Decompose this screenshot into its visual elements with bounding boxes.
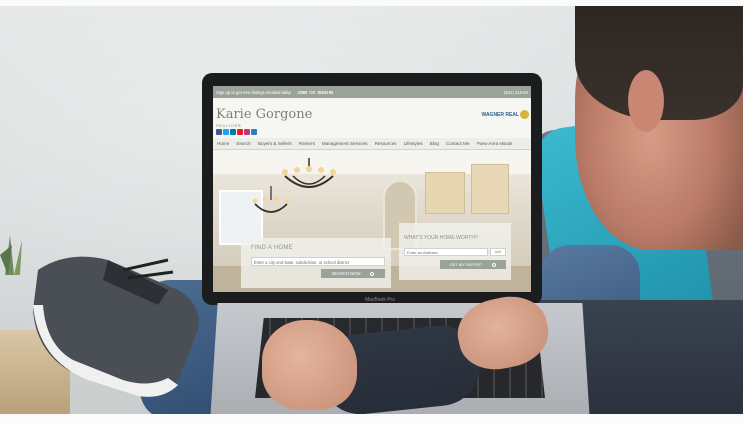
join-link[interactable]: JOIN <box>297 90 307 95</box>
nav-blog[interactable]: Blog <box>430 141 439 146</box>
brokerage-logo[interactable]: WAGNER REAL <box>481 110 529 119</box>
twitter-icon[interactable] <box>223 129 229 135</box>
sneaker-icon <box>33 256 199 397</box>
person-ear <box>628 70 664 132</box>
frame-bottom <box>0 414 743 423</box>
agent-subtitle: REALTOR® <box>216 123 242 128</box>
site-nav: Home Search Buyers & Sellers Renters Man… <box>213 138 531 150</box>
laptop-brand: MacBook Pro <box>364 297 395 303</box>
logo-emblem-icon <box>520 110 529 119</box>
nav-area-ebook[interactable]: *New Area eBook <box>476 141 512 146</box>
search-icon <box>370 271 375 276</box>
nav-resources[interactable]: Resources <box>375 141 397 146</box>
home-worth-title: WHAT'S YOUR HOME WORTH? <box>404 235 478 241</box>
sign-in-link[interactable]: SIGN IN <box>317 90 333 95</box>
unit-input[interactable]: Unit <box>490 248 506 256</box>
site-topbar: Sign up to get new listings emailed dail… <box>213 86 531 98</box>
laptop-screen: Sign up to get new listings emailed dail… <box>213 86 531 292</box>
phone-number[interactable]: (941) 313-54 <box>504 90 528 95</box>
social-links <box>216 129 257 135</box>
nav-search[interactable]: Search <box>236 141 251 146</box>
home-worth-panel: WHAT'S YOUR HOME WORTH? Enter an Address… <box>399 223 511 280</box>
nav-home[interactable]: Home <box>217 141 229 146</box>
search-now-button[interactable]: SEARCH NOW <box>321 269 385 278</box>
kitchen-cabinet <box>425 172 465 214</box>
site-header: Karie Gorgone REALTOR® WAGNER REAL <box>213 98 531 138</box>
photo-scene: Sign up to get new listings emailed dail… <box>0 0 743 423</box>
linkedin-icon[interactable] <box>230 129 236 135</box>
signup-message: Sign up to get new listings emailed dail… <box>216 89 292 95</box>
nav-management-services[interactable]: Management Services <box>322 141 368 146</box>
nav-contact-me[interactable]: Contact Me <box>446 141 470 146</box>
search-now-label: SEARCH NOW <box>331 271 361 276</box>
search-icon <box>492 262 497 267</box>
agent-name[interactable]: Karie Gorgone <box>216 107 312 122</box>
location-search-input[interactable]: Enter a city and state, subdivision, or … <box>251 257 385 266</box>
nav-renters[interactable]: Renters <box>299 141 315 146</box>
chandelier-icon <box>252 186 290 213</box>
youtube-icon[interactable] <box>237 129 243 135</box>
instagram-icon[interactable] <box>244 129 250 135</box>
or-text: OR <box>309 89 316 95</box>
kitchen-cabinet <box>471 164 509 214</box>
get-report-label: GET MY REPORT <box>449 262 483 267</box>
frame-top <box>0 0 743 6</box>
get-report-button[interactable]: GET MY REPORT <box>440 260 506 269</box>
email-icon[interactable] <box>251 129 257 135</box>
find-home-title: FIND A HOME <box>251 245 293 251</box>
facebook-icon[interactable] <box>216 129 222 135</box>
plant-icon <box>0 235 22 275</box>
nav-lifestyles[interactable]: Lifestyles <box>404 141 423 146</box>
logo-text: WAGNER REAL <box>481 111 520 118</box>
left-hand <box>262 320 357 410</box>
address-input[interactable]: Enter an Address <box>404 248 488 256</box>
nav-buyers-sellers[interactable]: Buyers & Sellers <box>258 141 292 146</box>
find-home-panel: FIND A HOME Enter a city and state, subd… <box>241 238 391 288</box>
